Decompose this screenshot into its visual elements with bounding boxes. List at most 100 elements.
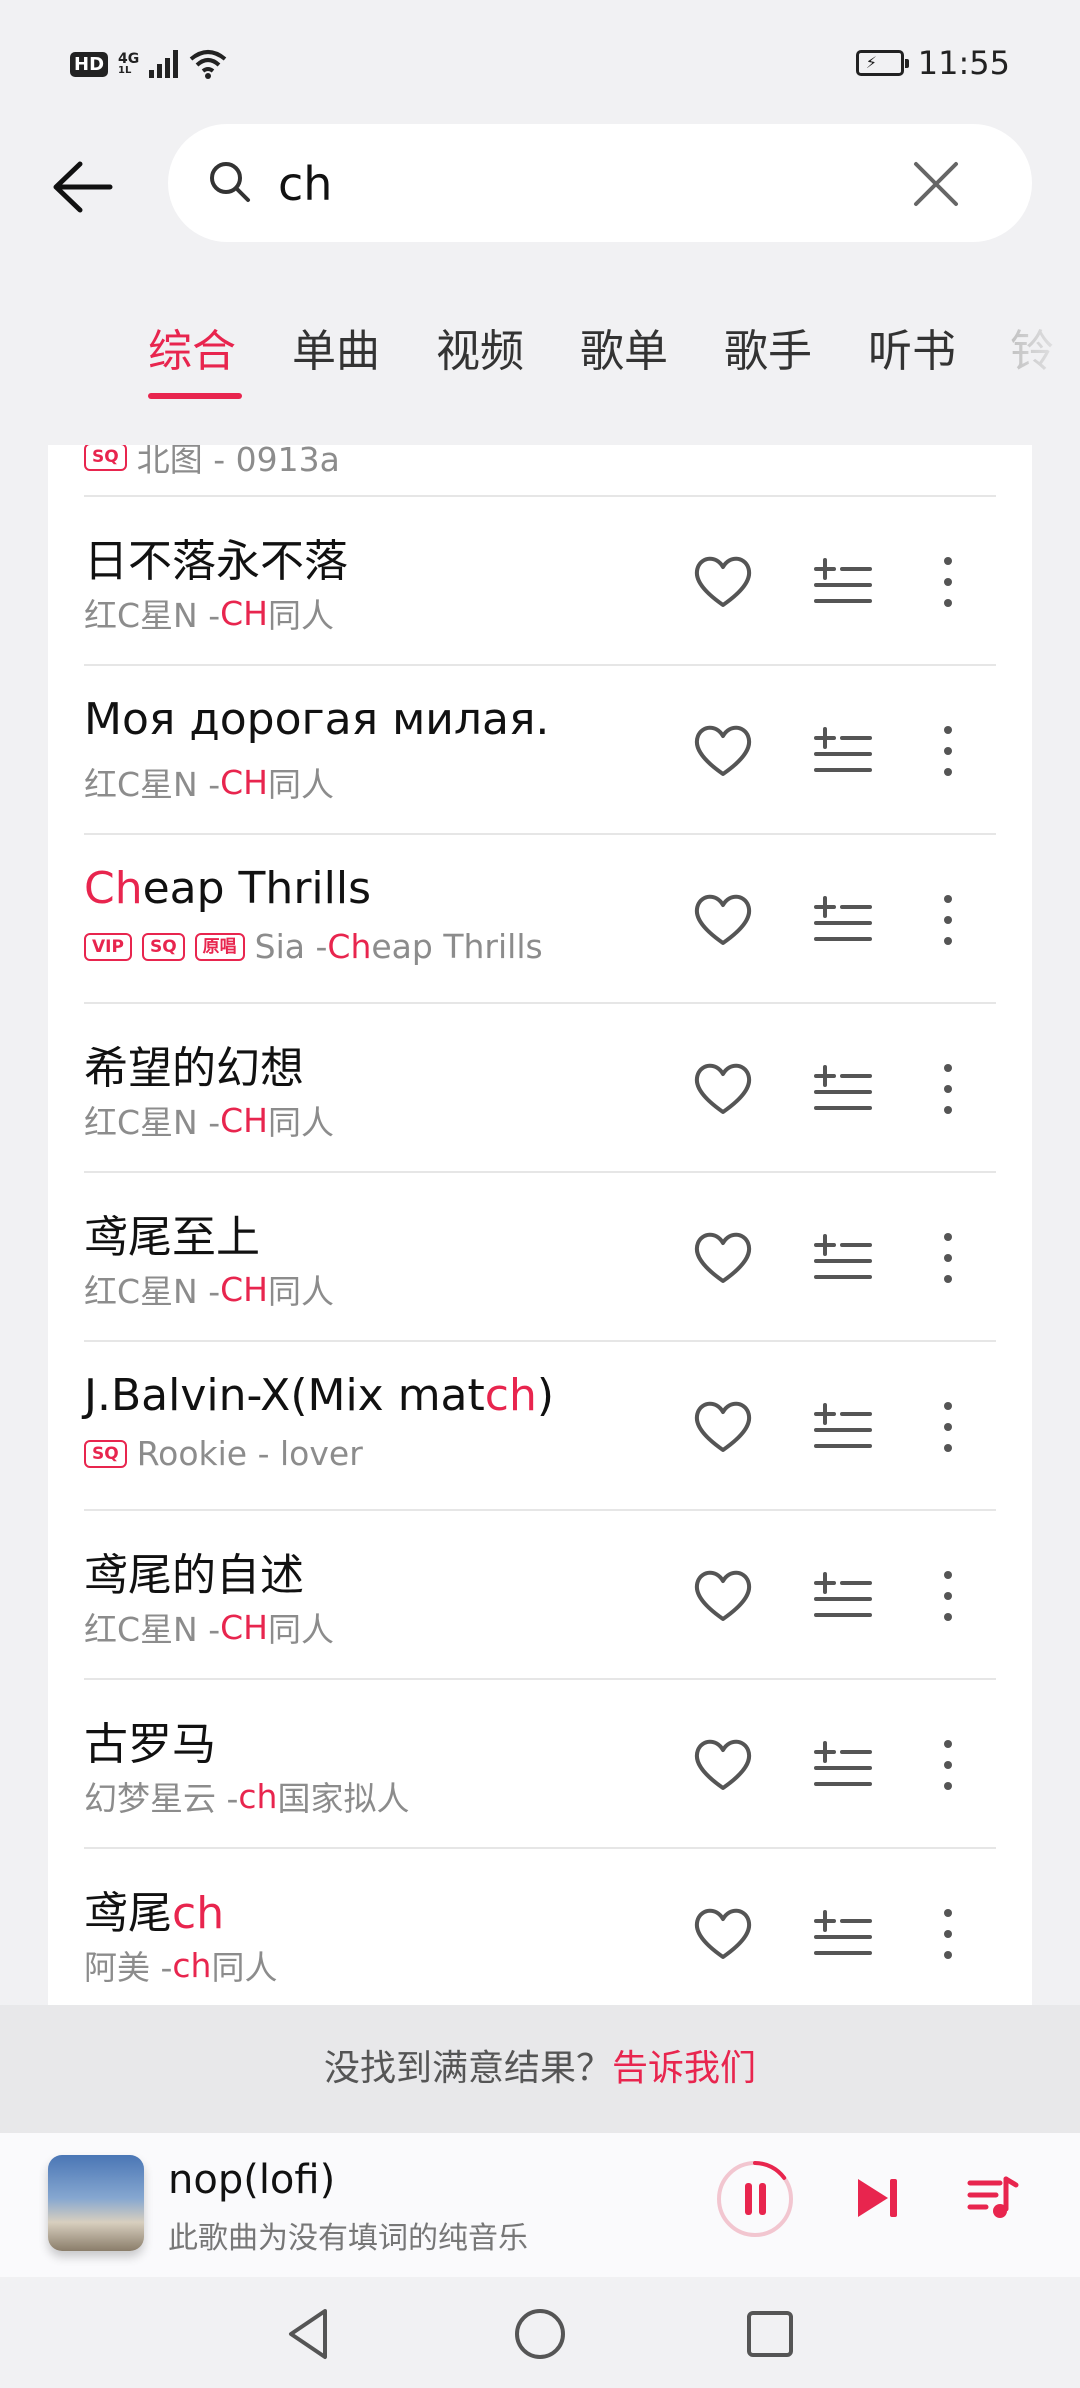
text-segment: 红C星N -: [84, 1610, 221, 1649]
heart-icon[interactable]: [688, 1899, 758, 1969]
back-arrow-icon[interactable]: [48, 152, 118, 222]
text-segment: 日不落永不落: [84, 536, 348, 587]
text-segment: Rookie - lover: [136, 1434, 363, 1473]
clock: 11:55: [917, 44, 1010, 82]
song-row[interactable]: 鸢尾ch 阿美 - ch 同人: [48, 1849, 1032, 2005]
song-row[interactable]: 鸢尾的自述 红C星N - CH 同人: [48, 1511, 1032, 1680]
active-tab-indicator: [148, 393, 242, 399]
text-segment: 鸢尾至上: [84, 1212, 260, 1263]
text-segment: eap Thrills: [371, 927, 543, 966]
nav-home-icon[interactable]: [505, 2299, 575, 2369]
more-options-icon[interactable]: [928, 1730, 968, 1800]
song-subtitle: 红C星N - CH 同人: [84, 1603, 334, 1651]
heart-icon[interactable]: [688, 716, 758, 786]
more-options-icon[interactable]: [928, 547, 968, 617]
mini-player[interactable]: nop(lofi) 此歌曲为没有填词的纯音乐: [0, 2133, 1080, 2277]
text-segment: 幻梦星云 -: [84, 1779, 239, 1818]
more-options-icon[interactable]: [928, 885, 968, 955]
status-right: ⚡ 11:55: [855, 44, 1010, 82]
text-segment: ch: [238, 1776, 278, 1816]
heart-icon[interactable]: [688, 885, 758, 955]
tab-songs[interactable]: 单曲: [292, 315, 380, 379]
text-segment: J.Balvin-X(Mix mat: [84, 1370, 485, 1421]
hd-badge: HD: [70, 51, 109, 77]
song-row[interactable]: 日不落永不落 红C星N - CH 同人: [48, 497, 1032, 666]
text-segment: ch: [484, 1370, 537, 1421]
close-icon[interactable]: [908, 156, 964, 212]
add-to-playlist-icon[interactable]: [808, 547, 878, 617]
song-row[interactable]: Моя дорогая милая. 红C星N - CH 同人: [48, 666, 1032, 835]
tab-playlists[interactable]: 歌单: [580, 315, 668, 379]
heart-icon[interactable]: [688, 1730, 758, 1800]
pause-icon[interactable]: [715, 2159, 795, 2239]
feedback-link[interactable]: 告诉我们: [612, 2048, 756, 2089]
more-options-icon[interactable]: [928, 1392, 968, 1462]
text-segment: Ch: [327, 927, 372, 966]
more-options-icon[interactable]: [928, 716, 968, 786]
heart-icon[interactable]: [688, 1392, 758, 1462]
playlist-queue-icon[interactable]: [966, 2171, 1020, 2225]
tab-fade: [1000, 315, 1080, 395]
song-subtitle: SQ 北图 - 0913a: [84, 445, 340, 481]
heart-icon[interactable]: [688, 1054, 758, 1124]
heart-icon[interactable]: [688, 547, 758, 617]
add-to-playlist-icon[interactable]: [808, 1899, 878, 1969]
text-segment: 国家拟人: [277, 1779, 410, 1818]
add-to-playlist-icon[interactable]: [808, 1392, 878, 1462]
tab-artists[interactable]: 歌手: [724, 315, 812, 379]
song-row[interactable]: J.Balvin-X(Mix match) SQ Rookie - lover: [48, 1342, 1032, 1511]
album-art[interactable]: [48, 2155, 144, 2251]
add-to-playlist-icon[interactable]: [808, 1223, 878, 1293]
nav-back-icon[interactable]: [275, 2299, 345, 2369]
search-box[interactable]: [168, 124, 1032, 242]
more-options-icon[interactable]: [928, 1223, 968, 1293]
wifi-icon: [189, 50, 227, 79]
add-to-playlist-icon[interactable]: [808, 716, 878, 786]
heart-icon[interactable]: [688, 1561, 758, 1631]
add-to-playlist-icon[interactable]: [808, 885, 878, 955]
text-segment: 同人: [267, 596, 334, 635]
song-row[interactable]: 古罗马幻梦星云 - ch 国家拟人: [48, 1680, 1032, 1849]
search-icon: [210, 162, 250, 202]
text-segment: CH: [220, 593, 268, 633]
tab-videos[interactable]: 视频: [436, 315, 524, 379]
heart-icon[interactable]: [688, 1223, 758, 1293]
more-options-icon[interactable]: [928, 1899, 968, 1969]
list-item-partial[interactable]: SQ 北图 - 0913a: [48, 445, 1032, 495]
tab-audiobooks[interactable]: 听书: [868, 315, 956, 379]
status-left: HD 4G 1L: [70, 48, 228, 80]
system-nav-bar: [0, 2277, 1080, 2388]
text-segment: 同人: [267, 765, 334, 804]
song-row[interactable]: Cheap Thrills VIP SQ 原唱 Sia - Ch eap Thrills: [48, 835, 1032, 1004]
add-to-playlist-icon[interactable]: [808, 1054, 878, 1124]
next-track-icon[interactable]: [852, 2173, 902, 2223]
song-row[interactable]: 鸢尾至上 红C星N - CH 同人: [48, 1173, 1032, 1342]
text-segment: 古罗马: [84, 1719, 216, 1770]
more-options-icon[interactable]: [928, 1561, 968, 1631]
network-type: 4G 1L: [118, 51, 140, 76]
nav-recents-icon[interactable]: [735, 2299, 805, 2369]
add-to-playlist-icon[interactable]: [808, 1561, 878, 1631]
text-segment: ): [536, 1370, 555, 1421]
song-title: Моя дорогая милая.: [84, 694, 549, 745]
text-segment: Моя дорогая милая.: [84, 694, 550, 745]
song-subtitle: 红C星N - CH 同人: [84, 758, 334, 806]
text-segment: 鸢尾: [84, 1888, 172, 1939]
text-segment: 红C星N -: [84, 1272, 221, 1311]
quality-badge: 原唱: [194, 932, 245, 961]
more-options-icon[interactable]: [928, 1054, 968, 1124]
track-title: nop(lofi): [168, 2157, 336, 2203]
status-bar: HD 4G 1L ⚡ 11:55: [0, 0, 1080, 130]
song-subtitle: 阿美 - ch 同人: [84, 1941, 277, 1989]
tab-all[interactable]: 综合: [148, 315, 236, 379]
add-to-playlist-icon[interactable]: [808, 1730, 878, 1800]
text-segment: ch: [172, 1888, 225, 1939]
song-row[interactable]: 希望的幻想 红C星N - CH 同人: [48, 1004, 1032, 1173]
quality-badge: VIP: [84, 932, 132, 961]
track-subtitle: 此歌曲为没有填词的纯音乐: [168, 2221, 528, 2256]
text-segment: Ch: [84, 863, 143, 914]
text-segment: CH: [220, 1607, 268, 1647]
song-title: Cheap Thrills: [84, 863, 371, 914]
song-subtitle: 红C星N - CH 同人: [84, 589, 334, 637]
search-input[interactable]: [276, 150, 880, 218]
